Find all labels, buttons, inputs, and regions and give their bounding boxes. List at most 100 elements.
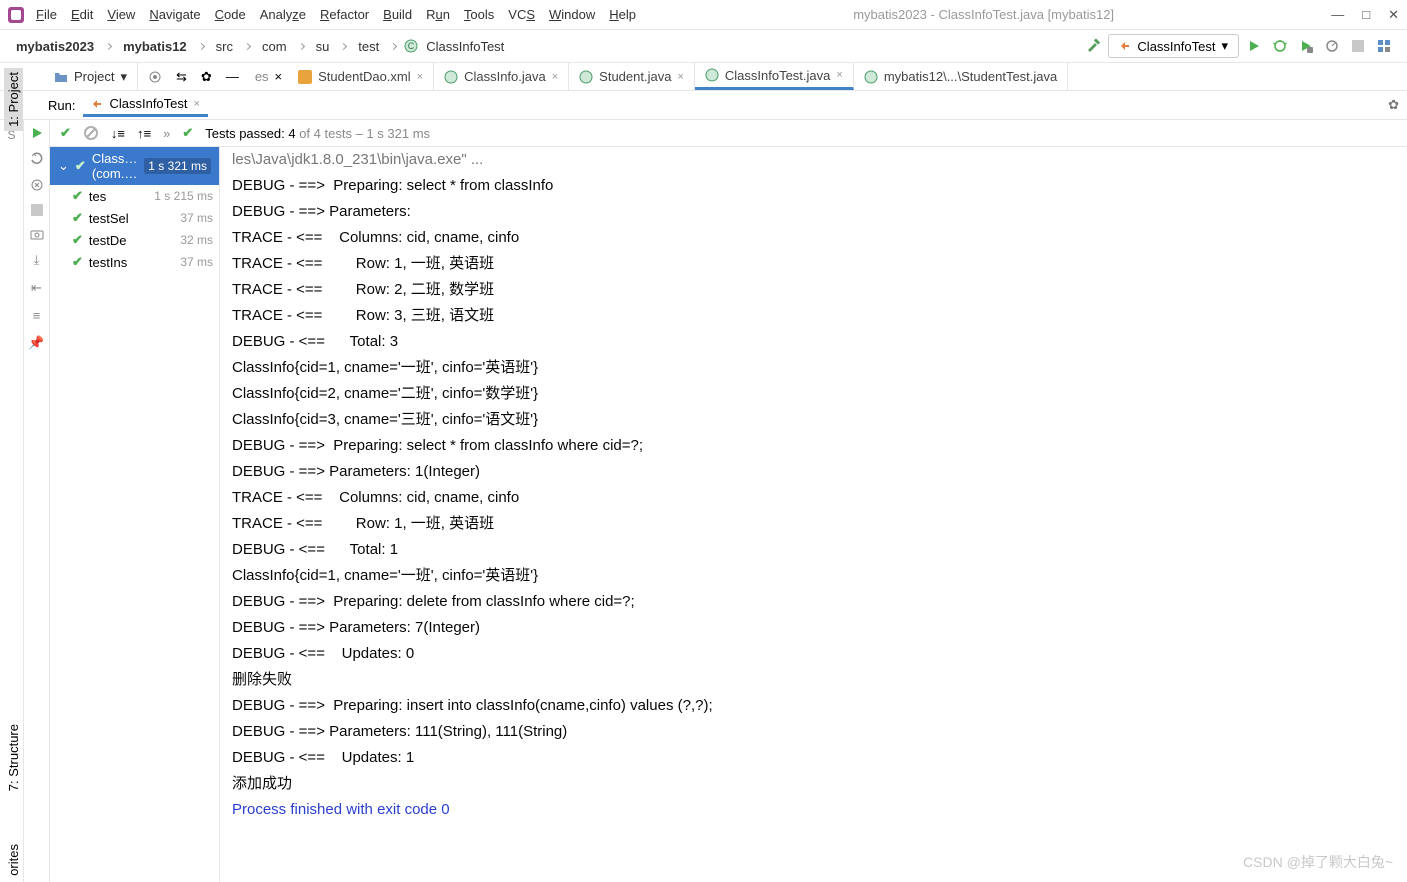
profiler-button[interactable] (1321, 35, 1343, 57)
breadcrumb-row: mybatis2023 mybatis12 src com su test C … (0, 30, 1407, 63)
console-line: DEBUG - ==> Preparing: insert into class… (232, 693, 1395, 719)
stop-button[interactable] (1347, 35, 1369, 57)
expand-arrows[interactable]: » (163, 126, 170, 141)
tab-classinfo[interactable]: ClassInfo.java × (434, 63, 569, 90)
close-icon[interactable]: × (194, 98, 200, 110)
expand-all-icon[interactable]: ⇆ (176, 69, 187, 85)
menu-tools[interactable]: Tools (464, 7, 494, 22)
hammer-icon[interactable] (1082, 35, 1104, 57)
run-tab-label: ClassInfoTest (109, 96, 187, 111)
close-icon[interactable]: × (275, 69, 289, 84)
console-line: DEBUG - ==> Parameters: 111(String), 111… (232, 719, 1395, 745)
run-config-icon (1119, 40, 1131, 52)
crumb-3[interactable]: com (258, 37, 291, 56)
menu-view[interactable]: View (107, 7, 135, 22)
import-icon[interactable]: ⇤ (31, 280, 42, 296)
console-output[interactable]: les\Java\jdk1.8.0_231\bin\java.exe" ... … (220, 147, 1407, 882)
gear-icon[interactable]: ✿ (1388, 97, 1399, 113)
tab-student[interactable]: Student.java × (569, 63, 695, 90)
run-config-select[interactable]: ClassInfoTest ▾ (1108, 34, 1239, 58)
tests-passed-label: Tests passed: (205, 126, 285, 141)
tree-item-label: testSel (89, 211, 174, 226)
toggle-auto-icon[interactable] (30, 178, 44, 192)
tree-item-duration: 1 s 215 ms (154, 189, 213, 203)
project-label: Project (74, 69, 114, 84)
pin-icon[interactable]: 📌 (28, 335, 44, 351)
search-everywhere-icon[interactable] (1373, 35, 1395, 57)
console-line: DEBUG - ==> Preparing: select * from cla… (232, 173, 1395, 199)
chevron-down-icon: ⌄ (58, 158, 69, 174)
tree-item[interactable]: ✔testSel37 ms (50, 207, 219, 229)
coverage-button[interactable] (1295, 35, 1317, 57)
tab-studentdao[interactable]: StudentDao.xml × (288, 63, 434, 90)
svg-text:C: C (408, 41, 415, 51)
menu-code[interactable]: Code (215, 7, 246, 22)
menu-file[interactable]: File (36, 7, 57, 22)
menu-refactor[interactable]: Refactor (320, 7, 369, 22)
crumb-2[interactable]: src (212, 37, 237, 56)
menu-run[interactable]: Run (426, 7, 450, 22)
console-line: DEBUG - ==> Parameters: 7(Integer) (232, 615, 1395, 641)
sort-down-icon[interactable]: ↓≡ (111, 126, 125, 141)
check-icon: ✔ (75, 158, 86, 174)
stop-icon[interactable] (31, 204, 43, 216)
run-config-icon (91, 98, 103, 110)
menu-window[interactable]: Window (549, 7, 595, 22)
crumb-4[interactable]: su (312, 37, 334, 56)
close-icon[interactable]: × (836, 69, 842, 81)
gutter-structure[interactable]: 7: Structure (4, 720, 23, 795)
console-line: DEBUG - ==> Preparing: select * from cla… (232, 433, 1395, 459)
tests-of: of 4 tests (296, 126, 352, 141)
console-line: ClassInfo{cid=1, cname='一班', cinfo='英语班'… (232, 355, 1395, 381)
folder-icon (54, 71, 68, 83)
menu-edit[interactable]: Edit (71, 7, 93, 22)
disable-icon[interactable] (83, 125, 99, 141)
menu-navigate[interactable]: Navigate (149, 7, 200, 22)
tab-studenttest[interactable]: mybatis12\...\StudentTest.java (854, 63, 1068, 90)
close-button[interactable]: ✕ (1388, 7, 1399, 23)
console-line: TRACE - <== Columns: cid, cname, cinfo (232, 485, 1395, 511)
menu-vcs[interactable]: VCS (508, 7, 535, 22)
console-line: Process finished with exit code 0 (232, 797, 1395, 823)
menu-build[interactable]: Build (383, 7, 412, 22)
menu-help[interactable]: Help (609, 7, 636, 22)
sort-up-icon[interactable]: ↑≡ (137, 126, 151, 141)
tree-root[interactable]: ⌄ ✔ ClassInfoTest (com.su.test) 1 s 321 … (50, 147, 219, 185)
close-icon[interactable]: × (552, 71, 558, 83)
maximize-button[interactable]: □ (1362, 7, 1370, 23)
debug-button[interactable] (1269, 35, 1291, 57)
run-button[interactable] (1243, 35, 1265, 57)
run-tab[interactable]: ClassInfoTest × (83, 93, 207, 117)
gutter-favorites[interactable]: orites (4, 840, 23, 880)
close-icon[interactable]: × (417, 71, 423, 83)
check-icon[interactable]: ✔ (60, 125, 71, 141)
crumb-1[interactable]: mybatis12 (119, 37, 191, 56)
tree-item[interactable]: ✔testDe32 ms (50, 229, 219, 251)
check-icon: ✔ (72, 232, 83, 248)
tree-item[interactable]: ✔tes1 s 215 ms (50, 185, 219, 207)
select-open-file-icon[interactable] (148, 70, 162, 84)
tab-label: ClassInfoTest.java (725, 68, 831, 83)
tree-item[interactable]: ✔testIns37 ms (50, 251, 219, 273)
hide-icon[interactable]: — (226, 69, 239, 84)
check-icon: ✔ (72, 188, 83, 204)
rerun-icon[interactable] (30, 126, 44, 140)
crumb-0[interactable]: mybatis2023 (12, 37, 98, 56)
export-icon[interactable]: ⤓ (34, 252, 40, 268)
gear-icon[interactable]: ✿ (201, 69, 212, 85)
tree-item-duration: 37 ms (180, 255, 213, 269)
close-icon[interactable]: × (677, 71, 683, 83)
camera-icon[interactable] (30, 228, 44, 240)
crumb-5[interactable]: test (354, 37, 383, 56)
tree-root-duration: 1 s 321 ms (144, 158, 211, 174)
tree-item-duration: 37 ms (180, 211, 213, 225)
tab-classinfotest[interactable]: ClassInfoTest.java × (695, 63, 854, 90)
gutter-project[interactable]: 1: Project (4, 68, 23, 131)
rerun-failed-icon[interactable] (30, 152, 44, 166)
history-icon[interactable]: ≡ (33, 308, 41, 323)
minimize-button[interactable]: — (1331, 7, 1344, 23)
crumb-6[interactable]: ClassInfoTest (422, 37, 508, 56)
class-icon (864, 70, 878, 84)
tab-cut-label: es (249, 69, 275, 84)
menu-analyze[interactable]: Analyze (260, 7, 306, 22)
